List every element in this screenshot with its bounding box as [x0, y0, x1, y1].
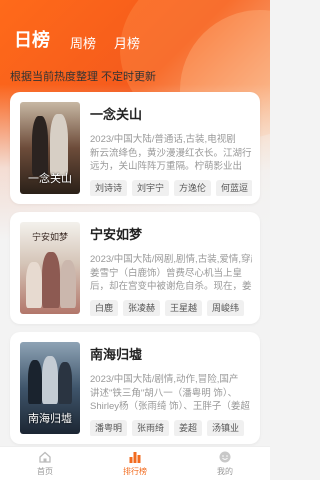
cast-tags: 白鹿 张凌赫 王星越 周峻纬 [90, 300, 252, 316]
smile-icon [219, 451, 231, 463]
home-icon [39, 451, 51, 463]
nav-label: 排行榜 [123, 467, 147, 476]
poster-image: 南海归墟 [20, 342, 80, 434]
cast-tag[interactable]: 潘粤明 [90, 420, 128, 436]
list-item[interactable]: 宁安如梦 宁安如梦 2023/中国大陆/网剧,剧情,古装,爱情,穿越, 姜雪宁（… [10, 212, 260, 324]
show-title: 一念关山 [90, 107, 143, 122]
cast-tags: 刘诗诗 刘宇宁 方逸伦 何蓝逗 [90, 180, 252, 196]
nav-label: 我的 [217, 467, 233, 476]
nav-home[interactable]: 首页 [0, 447, 90, 480]
show-description: 新云流绛色，黄沙漫漫红衣长。江湖行远为，关山阵阵万重隔。柠萌影业出品，... [90, 148, 252, 172]
tab-monthly[interactable]: 月榜 [114, 33, 140, 52]
show-meta: 2023/中国大陆/剧情,动作,冒险,国产 [90, 374, 239, 385]
ranking-subtitle: 根据当前热度整理 不定时更新 [10, 71, 157, 83]
cast-tag[interactable]: 何蓝逗 [216, 180, 252, 196]
cast-tag[interactable]: 张凌赫 [123, 300, 161, 316]
poster-title: 宁安如梦 [31, 233, 68, 243]
show-title: 南海归墟 [90, 347, 143, 362]
show-title: 宁安如梦 [90, 227, 143, 242]
cast-tag[interactable]: 刘宇宁 [132, 180, 170, 196]
show-description: 姜雪宁（白鹿饰）曾费尽心机当上皇后，却在宫变中被谢危自杀。现在，姜雪宁的... [90, 268, 252, 292]
cast-tag[interactable]: 姜超 [174, 420, 203, 436]
ranking-tabs: 日榜 周榜 月榜 [14, 26, 158, 52]
bottom-navigation: 首页 排行榜 我的 [0, 446, 270, 480]
poster-title: 一念关山 [28, 172, 72, 185]
ranking-list: 一念关山 一念关山 2023/中国大陆/普通话,古装,电视剧 新云流绛色，黄沙漫… [10, 92, 260, 452]
cast-tag[interactable]: 周峻纬 [207, 300, 245, 316]
poster-title: 南海归墟 [28, 412, 72, 425]
list-item[interactable]: 一念关山 一念关山 2023/中国大陆/普通话,古装,电视剧 新云流绛色，黄沙漫… [10, 92, 260, 204]
cast-tag[interactable]: 汤镇业 [207, 420, 245, 436]
cast-tag[interactable]: 王星越 [165, 300, 203, 316]
tab-daily[interactable]: 日榜 [14, 26, 50, 52]
show-meta: 2023/中国大陆/网剧,剧情,古装,爱情,穿越, [90, 254, 252, 265]
nav-mine[interactable]: 我的 [180, 447, 270, 480]
chart-icon [129, 452, 141, 463]
cast-tag[interactable]: 白鹿 [90, 300, 119, 316]
poster-image: 一念关山 [20, 102, 80, 194]
show-meta: 2023/中国大陆/普通话,古装,电视剧 [90, 134, 236, 145]
show-description: 讲述"铁三角"胡八一（潘粤明 饰）、Shirley杨（张雨绮 饰）、王胖子（姜超… [90, 388, 250, 412]
poster-image: 宁安如梦 [20, 222, 80, 314]
cast-tag[interactable]: 方逸伦 [174, 180, 212, 196]
nav-label: 首页 [37, 467, 53, 476]
cast-tag[interactable]: 张雨绮 [132, 420, 170, 436]
nav-ranking[interactable]: 排行榜 [90, 447, 180, 480]
list-item[interactable]: 南海归墟 南海归墟 2023/中国大陆/剧情,动作,冒险,国产 讲述"铁三角"胡… [10, 332, 260, 444]
cast-tag[interactable]: 刘诗诗 [90, 180, 128, 196]
tab-weekly[interactable]: 周榜 [70, 33, 96, 52]
cast-tags: 潘粤明 张雨绮 姜超 汤镇业 [90, 420, 252, 436]
